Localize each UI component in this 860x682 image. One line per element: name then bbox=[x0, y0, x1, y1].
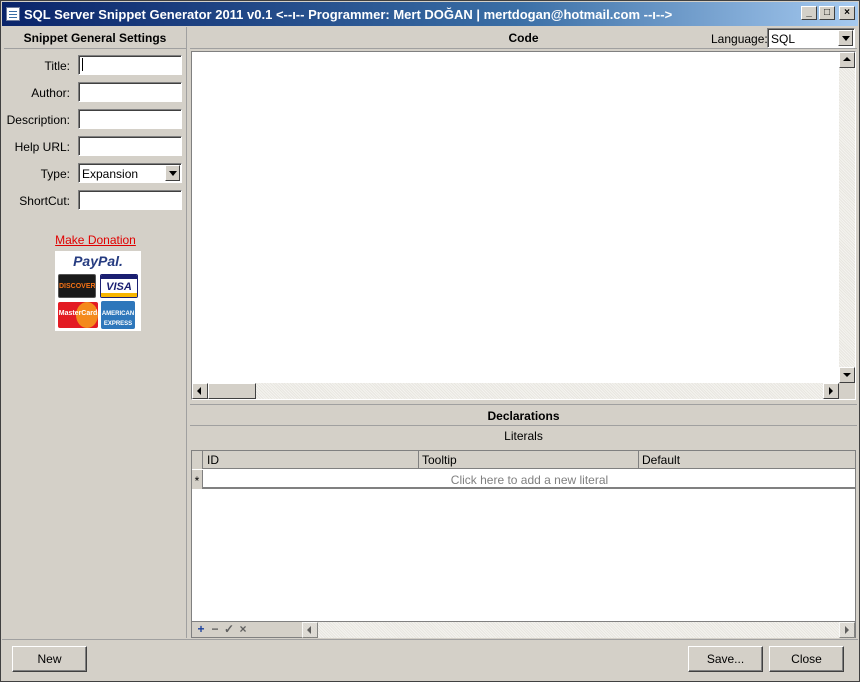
type-label: Type: bbox=[40, 167, 70, 181]
column-header-tooltip[interactable]: Tooltip bbox=[419, 451, 639, 469]
type-value: Expansion bbox=[82, 167, 139, 181]
payment-methods-image[interactable]: PayPal. DISCOVER VISA MasterCard AMERICA… bbox=[55, 251, 141, 331]
code-vertical-scrollbar[interactable] bbox=[839, 52, 855, 383]
author-input[interactable] bbox=[78, 82, 182, 102]
scroll-up-arrow-icon[interactable] bbox=[839, 52, 855, 68]
code-horizontal-scrollbar[interactable] bbox=[192, 383, 839, 399]
scroll-corner bbox=[839, 383, 855, 399]
scroll-right-arrow-icon[interactable] bbox=[823, 383, 839, 399]
save-button[interactable]: Save... bbox=[688, 646, 763, 672]
app-icon bbox=[6, 7, 20, 21]
code-panel: Code Language: SQL Declarations Literals bbox=[190, 27, 857, 638]
scroll-left-arrow-icon[interactable] bbox=[192, 383, 208, 399]
literals-label: Literals bbox=[504, 429, 543, 443]
author-row: Author: bbox=[4, 82, 187, 104]
help-url-input[interactable] bbox=[78, 136, 182, 156]
general-settings-panel: Snippet General Settings Title: Author: … bbox=[4, 27, 187, 638]
mastercard-logo: MasterCard bbox=[58, 302, 98, 328]
make-donation-link[interactable]: Make Donation bbox=[4, 233, 187, 247]
mastercard-label: MasterCard bbox=[58, 310, 98, 317]
language-dropdown-button[interactable] bbox=[838, 30, 853, 46]
code-editor[interactable] bbox=[191, 51, 856, 400]
new-literal-row[interactable]: * Click here to add a new literal bbox=[192, 470, 855, 489]
close-window-button[interactable]: × bbox=[839, 6, 855, 20]
main-window: SQL Server Snippet Generator 2011 v0.1 <… bbox=[0, 0, 860, 682]
bottom-button-bar: New Save... Close bbox=[2, 639, 858, 681]
discover-card-logo: DISCOVER bbox=[58, 274, 96, 298]
window-title: SQL Server Snippet Generator 2011 v0.1 <… bbox=[24, 7, 673, 22]
title-label: Title: bbox=[44, 59, 70, 73]
close-button[interactable]: Close bbox=[769, 646, 844, 672]
grid-horizontal-scrollbar[interactable] bbox=[302, 622, 855, 638]
type-dropdown-button[interactable] bbox=[165, 165, 180, 181]
type-select[interactable]: Expansion bbox=[78, 163, 182, 183]
title-input[interactable] bbox=[78, 55, 182, 75]
literals-grid-header: ID Tooltip Default bbox=[192, 451, 855, 469]
grid-scroll-right-arrow-icon[interactable] bbox=[839, 622, 855, 638]
column-header-id[interactable]: ID bbox=[204, 451, 419, 469]
shortcut-input[interactable] bbox=[78, 190, 182, 210]
language-select[interactable]: SQL bbox=[767, 28, 855, 48]
code-horizontal-scroll-thumb[interactable] bbox=[208, 383, 256, 399]
amex-card-logo: AMERICAN EXPRESS bbox=[101, 301, 135, 329]
title-bar[interactable]: SQL Server Snippet Generator 2011 v0.1 <… bbox=[2, 2, 858, 26]
text-caret bbox=[82, 58, 83, 71]
grid-navigator: + − ✓ × bbox=[192, 621, 855, 638]
new-literal-hint[interactable]: Click here to add a new literal bbox=[204, 473, 855, 487]
new-row-marker: * bbox=[192, 470, 203, 489]
shortcut-label: ShortCut: bbox=[19, 194, 70, 208]
help-url-row: Help URL: bbox=[4, 136, 187, 158]
window-controls: _ □ × bbox=[801, 6, 855, 20]
scroll-down-arrow-icon[interactable] bbox=[839, 367, 855, 383]
title-row: Title: bbox=[4, 55, 187, 77]
visa-card-logo: VISA bbox=[100, 274, 138, 298]
column-header-default[interactable]: Default bbox=[639, 451, 855, 469]
shortcut-row: ShortCut: bbox=[4, 190, 187, 212]
cancel-edit-icon[interactable]: × bbox=[236, 623, 250, 637]
type-row: Type: Expansion bbox=[4, 163, 187, 185]
maximize-button[interactable]: □ bbox=[819, 6, 835, 20]
grid-scroll-left-arrow-icon[interactable] bbox=[302, 622, 318, 638]
declarations-header: Declarations bbox=[190, 404, 857, 426]
remove-literal-icon[interactable]: − bbox=[208, 623, 222, 637]
language-value: SQL bbox=[771, 32, 796, 46]
add-literal-icon[interactable]: + bbox=[194, 623, 208, 637]
author-label: Author: bbox=[31, 86, 70, 100]
literals-grid[interactable]: ID Tooltip Default * Click here to add a… bbox=[191, 450, 856, 638]
help-url-label: Help URL: bbox=[14, 140, 70, 154]
code-header: Code Language: SQL bbox=[190, 27, 857, 49]
description-label: Description: bbox=[6, 113, 70, 127]
edit-literal-icon[interactable]: ✓ bbox=[222, 623, 236, 637]
row-header-corner bbox=[192, 451, 203, 469]
paypal-logo: PayPal. bbox=[73, 253, 123, 269]
description-input[interactable] bbox=[78, 109, 182, 129]
minimize-button[interactable]: _ bbox=[801, 6, 817, 20]
new-button[interactable]: New bbox=[12, 646, 87, 672]
general-settings-header: Snippet General Settings bbox=[4, 27, 186, 49]
language-label: Language: bbox=[711, 32, 768, 46]
description-row: Description: bbox=[4, 109, 187, 131]
